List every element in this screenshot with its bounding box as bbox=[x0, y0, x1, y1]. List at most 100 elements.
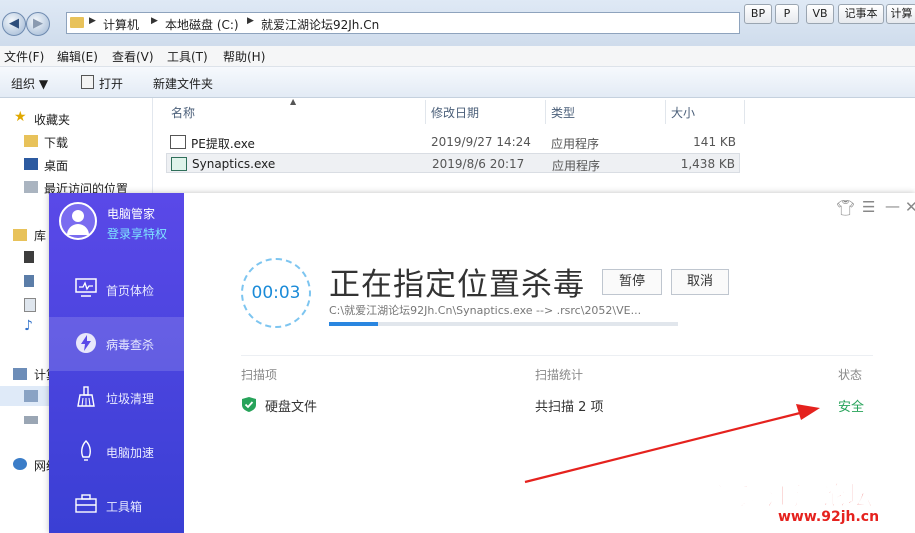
broom-icon bbox=[77, 386, 95, 407]
quick-button-bp[interactable]: BP bbox=[744, 4, 772, 24]
organize-button[interactable]: 组织 ▼ bbox=[11, 75, 48, 92]
menu-file[interactable]: 文件(F) bbox=[4, 48, 44, 65]
scan-title: 正在指定位置杀毒 bbox=[329, 267, 585, 303]
shield-check-icon bbox=[242, 397, 256, 412]
minimize-icon[interactable]: — bbox=[885, 197, 900, 215]
quick-button-vb[interactable]: VB bbox=[806, 4, 834, 24]
login-link[interactable]: 登录享特权 bbox=[107, 225, 167, 242]
music-icon: ♪ bbox=[24, 318, 33, 334]
breadcrumb-computer[interactable]: 计算机 bbox=[103, 16, 139, 33]
computer-icon bbox=[13, 368, 27, 380]
column-divider bbox=[665, 100, 666, 124]
chevron-right-icon: ▶ bbox=[151, 16, 158, 26]
sidebar-label: 电脑加速 bbox=[106, 446, 155, 460]
column-header-name[interactable]: 名称 bbox=[171, 104, 195, 121]
user-icon bbox=[72, 210, 84, 222]
close-icon[interactable]: ✕ bbox=[905, 198, 915, 216]
shirt-icon[interactable]: 👕︎ bbox=[836, 199, 855, 217]
quick-button-calc[interactable]: 计算 bbox=[886, 4, 915, 24]
file-name: PE提取.exe bbox=[191, 137, 255, 151]
library-icon bbox=[13, 229, 27, 241]
status-value: 安全 bbox=[838, 400, 865, 415]
menu-icon[interactable]: ☰ bbox=[862, 198, 875, 216]
picture-icon bbox=[24, 275, 34, 287]
column-header-date[interactable]: 修改日期 bbox=[431, 104, 479, 121]
quick-button-notepad[interactable]: 记事本 bbox=[838, 4, 884, 24]
file-name: Synaptics.exe bbox=[192, 157, 276, 171]
scan-item-value: 硬盘文件 bbox=[265, 400, 318, 415]
drive-icon bbox=[24, 390, 38, 402]
menu-edit[interactable]: 编辑(E) bbox=[57, 48, 98, 65]
sidebar-label: 首页体检 bbox=[106, 284, 155, 298]
file-type: 应用程序 bbox=[552, 159, 601, 173]
file-date: 2019/8/6 20:17 bbox=[432, 157, 525, 171]
divider bbox=[241, 355, 873, 356]
sidebar-item-toolbox[interactable]: 工具箱 bbox=[49, 479, 184, 533]
sidebar-item-junk-clean[interactable]: 垃圾清理 bbox=[49, 371, 184, 425]
user-icon-body bbox=[67, 224, 89, 235]
antivirus-sidebar: 电脑管家 登录享特权 首页体检 病毒查杀 垃圾清理 电脑加速 工具箱 bbox=[49, 193, 184, 533]
new-folder-button[interactable]: 新建文件夹 bbox=[153, 75, 213, 92]
breadcrumb-drive[interactable]: 本地磁盘 (C:) bbox=[165, 16, 239, 33]
file-date: 2019/9/27 14:24 bbox=[431, 135, 531, 149]
scan-progress-bar bbox=[329, 322, 678, 326]
menu-view[interactable]: 查看(V) bbox=[112, 48, 154, 65]
rocket-icon bbox=[81, 440, 91, 461]
column-divider bbox=[545, 100, 546, 124]
menu-help[interactable]: 帮助(H) bbox=[223, 48, 265, 65]
scan-progress-fill bbox=[329, 322, 378, 326]
brand-name: 电脑管家 bbox=[107, 207, 156, 221]
nav-favorites[interactable]: 收藏夹 bbox=[34, 111, 70, 128]
watermark-url: www.92jh.cn bbox=[778, 509, 880, 525]
file-row[interactable]: PE提取.exe 2019/9/27 14:24 应用程序 141 KB bbox=[166, 132, 740, 152]
monitor-icon bbox=[75, 278, 97, 297]
sidebar-label: 病毒查杀 bbox=[106, 338, 155, 352]
menu-bar: 文件(F) 编辑(E) 查看(V) 工具(T) 帮助(H) bbox=[0, 46, 915, 67]
avatar[interactable] bbox=[59, 202, 97, 240]
file-size: 1,438 KB bbox=[680, 157, 735, 171]
nav-desktop[interactable]: 桌面 bbox=[44, 157, 68, 174]
recent-icon bbox=[24, 181, 38, 193]
nav-library[interactable]: 库 bbox=[34, 227, 46, 244]
video-icon bbox=[24, 251, 34, 263]
star-icon: ★ bbox=[14, 109, 27, 125]
folder-icon bbox=[70, 17, 84, 28]
downloads-icon bbox=[24, 135, 38, 147]
scan-stats-value: 共扫描 2 项 bbox=[535, 400, 604, 415]
pause-button[interactable]: 暂停 bbox=[602, 269, 662, 295]
sidebar-label: 垃圾清理 bbox=[106, 392, 155, 406]
exe-icon bbox=[171, 157, 187, 171]
sort-up-icon: ▲ bbox=[290, 97, 297, 106]
column-header-size[interactable]: 大小 bbox=[671, 104, 695, 121]
file-row-selected[interactable]: Synaptics.exe 2019/8/6 20:17 应用程序 1,438 … bbox=[166, 153, 740, 173]
forward-button[interactable]: ▶ bbox=[26, 12, 50, 36]
quick-button-p[interactable]: P bbox=[775, 4, 799, 24]
menu-tools[interactable]: 工具(T) bbox=[167, 48, 208, 65]
cancel-button[interactable]: 取消 bbox=[671, 269, 729, 295]
toolbox-icon bbox=[75, 494, 97, 513]
back-button[interactable]: ◀ bbox=[2, 12, 26, 36]
open-icon bbox=[81, 75, 94, 89]
scan-path: C:\就爱江湖论坛92Jh.Cn\Synaptics.exe --> .rsrc… bbox=[329, 304, 642, 317]
network-icon bbox=[13, 458, 27, 470]
chevron-right-icon: ▶ bbox=[89, 16, 96, 26]
column-header-type[interactable]: 类型 bbox=[551, 104, 575, 121]
header-status: 状态 bbox=[838, 368, 863, 382]
chevron-right-icon: ▶ bbox=[247, 16, 254, 26]
address-bar-area: ◀ ▶ ▶ 计算机 ▶ 本地磁盘 (C:) ▶ 就爱江湖论坛92Jh.Cn BP… bbox=[0, 0, 915, 46]
lightning-icon bbox=[76, 333, 96, 353]
address-box[interactable]: ▶ 计算机 ▶ 本地磁盘 (C:) ▶ 就爱江湖论坛92Jh.Cn bbox=[66, 12, 740, 34]
sidebar-label: 工具箱 bbox=[106, 500, 143, 514]
sidebar-item-speed-up[interactable]: 电脑加速 bbox=[49, 425, 184, 479]
breadcrumb-folder[interactable]: 就爱江湖论坛92Jh.Cn bbox=[261, 16, 379, 33]
open-button[interactable]: 打开 bbox=[99, 75, 123, 92]
column-divider bbox=[425, 100, 426, 124]
nav-downloads[interactable]: 下载 bbox=[44, 134, 68, 151]
sidebar-item-home-check[interactable]: 首页体检 bbox=[49, 263, 184, 317]
document-icon bbox=[24, 298, 36, 312]
sidebar-item-virus-scan[interactable]: 病毒查杀 bbox=[49, 317, 184, 371]
scan-timer: 00:03 bbox=[241, 258, 311, 328]
command-bar: 组织 ▼ 打开 新建文件夹 bbox=[0, 67, 915, 98]
header-scan-stats: 扫描统计 bbox=[535, 368, 584, 382]
file-type: 应用程序 bbox=[551, 137, 600, 151]
